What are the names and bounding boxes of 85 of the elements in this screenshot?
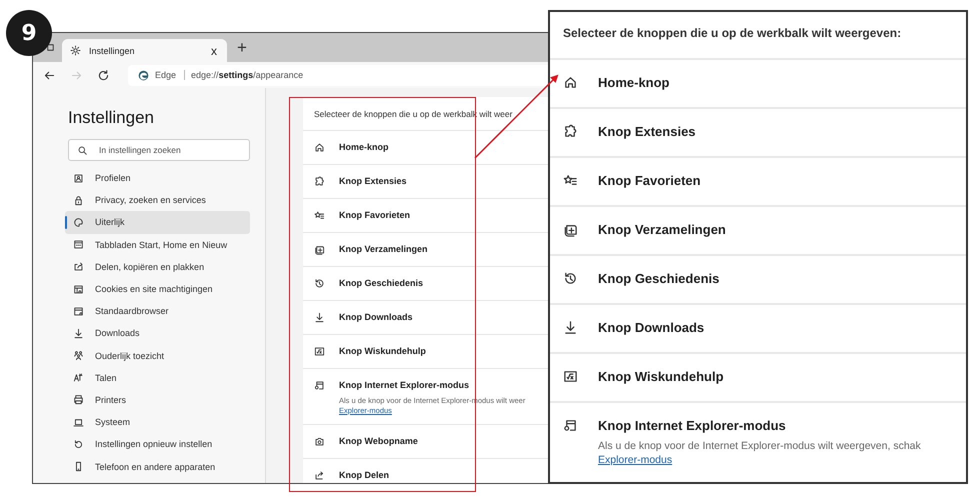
math-solver-icon: [563, 369, 578, 384]
option-description: Als u de knop voor de Internet Explorer-modus wilt weergeven, schak: [598, 440, 921, 452]
sidebar-item[interactable]: Ouderlijk toezicht: [65, 344, 250, 367]
arrow-icon: [43, 68, 56, 82]
profile-icon: [73, 172, 84, 184]
toolbar-button-option: Knop Verzamelingen: [598, 222, 726, 237]
search-field[interactable]: In instellingen zoeken: [68, 139, 250, 161]
language-icon: [73, 372, 84, 384]
phone-icon: [73, 461, 84, 472]
toolbar-button-option: Knop Verzamelingen: [339, 244, 428, 254]
tab-actions-icon: [45, 42, 56, 53]
math-solver-icon: [314, 346, 325, 357]
collections-icon: [314, 244, 325, 255]
toolbar-button-option: Knop Geschiedenis: [598, 271, 720, 286]
browser-logo-icon: [138, 70, 149, 80]
toolbar-button-option: Knop Downloads: [598, 320, 704, 335]
sidebar-item[interactable]: Delen, kopiëren en plakken: [65, 256, 250, 278]
toolbar-button-option: Knop Internet Explorer-modus: [598, 418, 921, 433]
palette-icon: [73, 216, 84, 228]
camera-icon: [314, 436, 325, 447]
refresh-button[interactable]: [97, 68, 110, 82]
share-icon: [314, 470, 325, 481]
history-icon: [563, 271, 578, 286]
sidebar-item[interactable]: Tabbladen Start, Home en Nieuw: [65, 234, 250, 256]
toolbar-button-option: Knop Delen: [339, 470, 390, 480]
browser-tab[interactable]: Instellingen x: [62, 39, 227, 62]
lock-icon: [73, 194, 84, 206]
sidebar-item[interactable]: Downloads: [65, 322, 250, 344]
toolbar-button-option: Home-knop: [598, 75, 670, 90]
toolbar-button-option: Knop Geschiedenis: [339, 278, 424, 288]
sidebar-item[interactable]: Printers: [65, 388, 250, 412]
tabs-icon: [73, 239, 84, 250]
sidebar-item[interactable]: Talen: [65, 366, 250, 389]
toolbar-button-option: Knop Webopname: [339, 436, 418, 446]
cookies-icon: [73, 284, 84, 295]
home-icon: [563, 75, 578, 90]
refresh-icon: [97, 68, 110, 82]
arrow-icon: [70, 68, 83, 82]
puzzle-piece-icon: [563, 124, 578, 139]
toolbar-button-option: Knop Downloads: [339, 312, 412, 322]
browser-window-icon: [314, 380, 325, 391]
browser-window-icon: [563, 418, 578, 433]
puzzle-piece-icon: [314, 176, 325, 187]
sidebar-item[interactable]: Standaardbrowser: [65, 300, 250, 322]
reset-icon: [73, 438, 84, 450]
sidebar-item[interactable]: Uiterlijk: [65, 211, 250, 234]
sidebar-item[interactable]: Privacy, zoeken en services: [65, 189, 250, 212]
close-tab-button[interactable]: x: [209, 44, 219, 58]
toolbar-button-option: Knop Favorieten: [598, 173, 701, 188]
search-icon: [77, 145, 88, 156]
back-button[interactable]: [43, 68, 56, 82]
toolbar-button-option: Knop Wiskundehulp: [598, 369, 724, 384]
settings-title: Instellingen: [68, 108, 156, 128]
toolbar-button-option: Knop Extensies: [598, 124, 696, 139]
toolbar-button-option: Knop Internet Explorer-modus: [339, 380, 526, 390]
section-heading: Selecteer de knoppen die u op de werkbalk wilt weergeven:: [562, 25, 902, 42]
download-icon: [563, 320, 578, 335]
toolbar-button-option: Knop Favorieten: [339, 210, 410, 220]
sidebar-item[interactable]: Instellingen opnieuw instellen: [65, 433, 250, 456]
url-text: edge://settings/appearance: [191, 70, 304, 80]
settings-icon: [70, 45, 81, 56]
star-list-icon: [563, 173, 578, 188]
history-icon: [314, 278, 325, 289]
sidebar-item[interactable]: Cookies en site machtigingen: [65, 278, 250, 300]
home-icon: [314, 142, 325, 153]
printer-icon: [73, 394, 84, 406]
address-bar[interactable]: Edge edge://settings/appearance: [128, 64, 548, 86]
toolbar-button-option: Knop Extensies: [339, 176, 407, 186]
star-list-icon: [314, 210, 325, 221]
toolbar-button-option: Home-knop: [339, 142, 388, 152]
step-number-badge: 9: [6, 10, 52, 56]
laptop-icon: [73, 416, 84, 428]
download-icon: [314, 312, 325, 323]
explorer-mode-link[interactable]: Explorer-modus: [598, 454, 672, 466]
download-icon: [73, 328, 84, 339]
family-icon: [73, 350, 84, 362]
sidebar-item[interactable]: Systeem: [65, 411, 250, 434]
site-label: Edge: [155, 70, 186, 80]
new-tab-button[interactable]: +: [233, 38, 251, 58]
toolbar-button-option: Knop Wiskundehulp: [339, 346, 426, 356]
collections-icon: [563, 222, 578, 237]
share-icon: [73, 261, 84, 272]
browser-icon: [73, 306, 84, 317]
sidebar-item[interactable]: Profielen: [65, 167, 250, 190]
sidebar-item[interactable]: Telefoon en andere apparaten: [65, 455, 250, 478]
